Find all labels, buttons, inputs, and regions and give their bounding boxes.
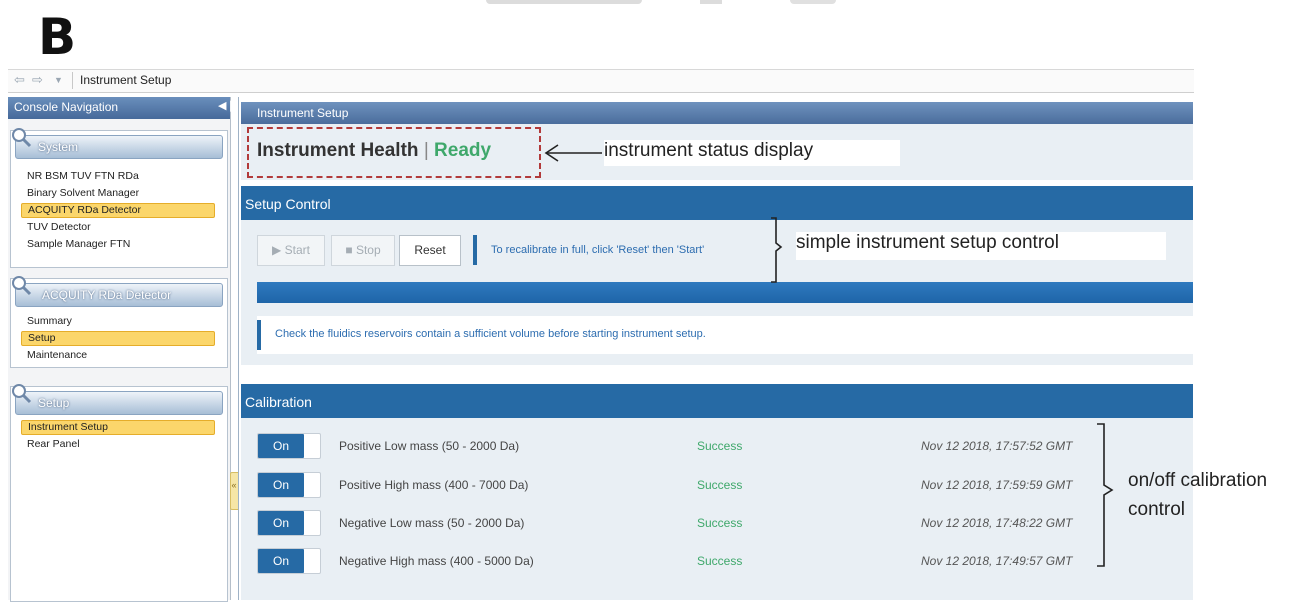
calibration-annotation-line1: on/off calibration — [1128, 470, 1268, 491]
calibration-brace — [1097, 423, 1114, 567]
status-arrow — [544, 144, 602, 162]
calibration-annotation-line2: control — [1128, 499, 1186, 520]
annotation-overlay — [544, 144, 1114, 567]
status-annotation: instrument status display — [604, 140, 900, 166]
setup-control-brace — [771, 217, 783, 283]
setup-annotation: simple instrument setup control — [796, 232, 1166, 260]
